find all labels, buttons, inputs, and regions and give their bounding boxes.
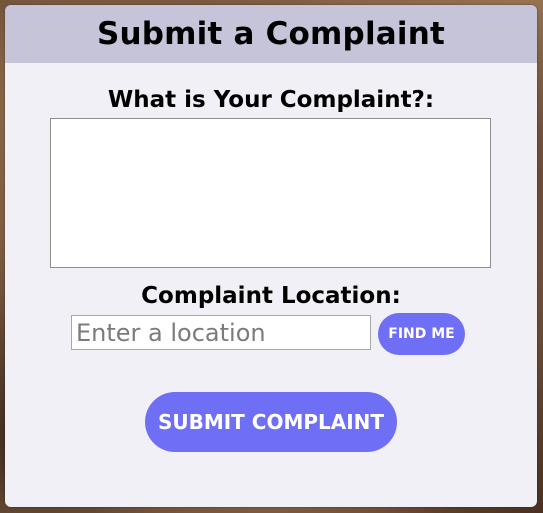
find-me-button[interactable]: FIND ME [378, 313, 465, 355]
form-title: Submit a Complaint [96, 16, 446, 52]
location-label: Complaint Location: [141, 283, 401, 309]
form-header: Submit a Complaint [5, 5, 537, 63]
complaint-form-card: Submit a Complaint What is Your Complain… [5, 5, 537, 507]
location-input[interactable] [71, 315, 371, 350]
submit-complaint-button[interactable]: SUBMIT COMPLAINT [145, 392, 397, 452]
complaint-label: What is Your Complaint?: [107, 87, 435, 113]
complaint-textarea[interactable] [50, 118, 491, 268]
